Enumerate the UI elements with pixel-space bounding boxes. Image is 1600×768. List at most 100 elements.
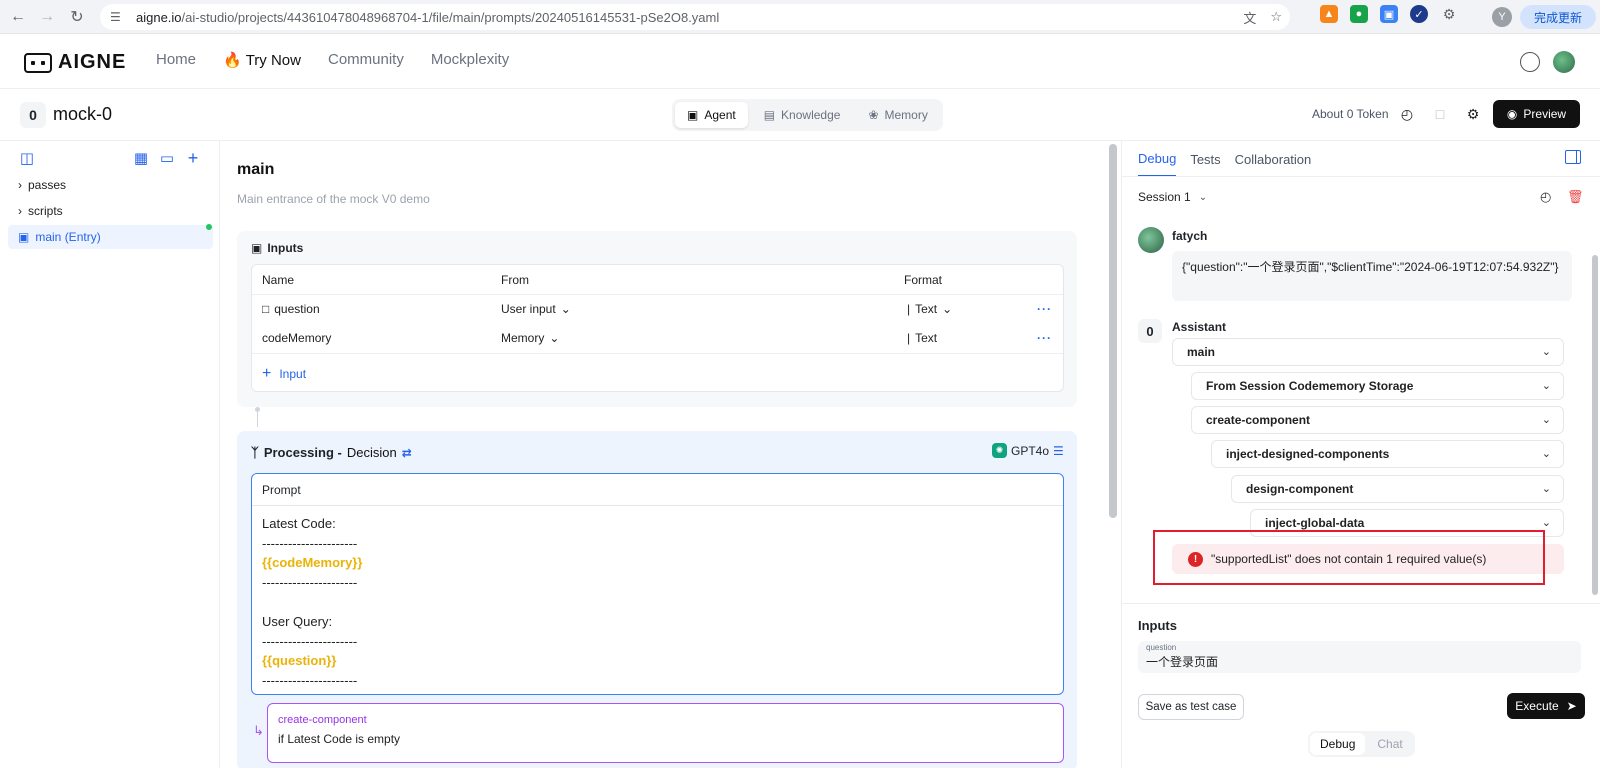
branch-icon: ᛉ <box>251 445 259 460</box>
chevron-down-icon: ⌄ <box>1541 346 1551 358</box>
tab-knowledge[interactable]: ▤ Knowledge <box>752 102 853 128</box>
extension-icon[interactable]: ● <box>1350 5 1368 23</box>
agent-mode-tabs: ▣ Agent ▤ Knowledge ❀ Memory <box>672 99 943 131</box>
nav-try-now-label: Try Now <box>245 51 301 69</box>
input-name-cell[interactable]: □ question <box>262 302 320 316</box>
add-input-label: Input <box>279 366 307 381</box>
add-input-button[interactable]: + Input <box>252 353 1063 393</box>
memory-icon: ❀ <box>868 108 879 122</box>
add-file-icon[interactable]: + <box>184 148 202 168</box>
model-selector[interactable]: ✺ GPT4o ☰ <box>992 443 1064 458</box>
decision-branch[interactable]: create-component if Latest Code is empty <box>267 703 1064 763</box>
toggle-sidebar-icon[interactable]: ◫ <box>18 149 36 167</box>
prompt-variable: {{question}} <box>262 653 337 669</box>
mode-chat[interactable]: Chat <box>1367 733 1412 755</box>
agent-description[interactable]: Main entrance of the mock V0 demo <box>237 192 430 206</box>
prompt-variable: {{codeMemory}} <box>262 555 363 571</box>
panel-divider <box>1122 603 1600 604</box>
col-from: From <box>501 273 529 287</box>
branch-arrow-icon: ↳ <box>253 723 264 738</box>
screenshot-extension-icon[interactable]: ▣ <box>1380 5 1398 23</box>
tab-tests[interactable]: Tests <box>1190 141 1220 177</box>
split-panel-icon[interactable] <box>1565 150 1581 164</box>
question-field-value: 一个登录页面 <box>1146 655 1219 669</box>
history-icon[interactable]: ◴ <box>1396 103 1418 125</box>
bookmark-star-icon[interactable]: ☆ <box>1270 9 1282 25</box>
debug-inputs-title: Inputs <box>1138 618 1177 633</box>
file-tree-sidebar: ◫ ▦ ▭ + › passes › scripts ▣ main (Entry) <box>0 141 220 768</box>
tree-folder-scripts[interactable]: › scripts <box>8 199 213 223</box>
editor-scrollbar[interactable] <box>1109 144 1117 518</box>
translate-icon[interactable]: 文 <box>1243 8 1256 27</box>
import-icon[interactable]: ▦ <box>132 149 150 167</box>
nav-mockplexity[interactable]: Mockplexity <box>431 51 509 69</box>
language-globe-icon[interactable] <box>1520 52 1540 72</box>
row-more-icon[interactable]: ··· <box>1037 331 1052 345</box>
execute-button[interactable]: Execute ➤ <box>1507 693 1585 719</box>
browser-update-button[interactable]: 完成更新 <box>1520 5 1596 29</box>
prompt-line: ---------------------- <box>262 535 358 551</box>
step-accordion[interactable]: design-component ⌄ <box>1231 475 1564 503</box>
reload-icon[interactable]: ↻ <box>63 3 91 31</box>
inputs-section: ▣ Inputs Name From Format □ question User … <box>237 231 1077 407</box>
user-message: {"question":"一个登录页面","$clientTime":"2024… <box>1172 251 1572 301</box>
chevron-right-icon: › <box>18 204 22 218</box>
save-test-case-button[interactable]: Save as test case <box>1138 694 1244 720</box>
forward-icon[interactable]: → <box>33 3 61 31</box>
input-from-value: User input <box>501 302 556 316</box>
puzzle-extensions-icon[interactable]: ⚙ <box>1440 5 1458 23</box>
address-bar[interactable]: ☰ aigne.io/ai-studio/projects/4436104780… <box>100 4 1290 30</box>
nav-try-now[interactable]: 🔥 Try Now <box>223 51 301 70</box>
branch-target: create-component <box>278 714 367 726</box>
preview-button[interactable]: ◉ Preview <box>1493 100 1580 128</box>
tab-collaboration[interactable]: Collaboration <box>1235 141 1312 177</box>
input-from-select[interactable]: User input ⌄ <box>501 302 571 316</box>
tree-file-label: main (Entry) <box>35 230 101 244</box>
question-field-label: question <box>1146 643 1177 652</box>
switch-type-icon[interactable]: ⇄ <box>402 446 412 460</box>
browser-profile-avatar[interactable]: Y <box>1492 7 1512 27</box>
settings-gear-icon[interactable]: ⚙ <box>1462 103 1484 125</box>
tab-debug[interactable]: Debug <box>1138 141 1177 177</box>
site-settings-icon[interactable]: ☰ <box>110 10 124 24</box>
user-avatar[interactable] <box>1553 51 1575 73</box>
check-extension-icon[interactable]: ✓ <box>1410 5 1428 23</box>
nav-community[interactable]: Community <box>328 51 404 69</box>
prompt-editor[interactable]: Prompt Latest Code: --------------------… <box>251 473 1064 695</box>
model-settings-icon[interactable]: ☰ <box>1053 444 1064 458</box>
aigne-logo[interactable]: AIGNE <box>24 51 126 74</box>
mode-debug[interactable]: Debug <box>1310 733 1366 755</box>
tab-memory[interactable]: ❀ Memory <box>856 102 939 128</box>
step-accordion[interactable]: main ⌄ <box>1172 338 1564 366</box>
agent-title[interactable]: main <box>237 161 274 179</box>
tree-folder-passes[interactable]: › passes <box>8 173 213 197</box>
input-name-cell[interactable]: codeMemory <box>262 331 331 345</box>
step-accordion[interactable]: create-component ⌄ <box>1191 406 1564 434</box>
session-selector[interactable]: Session 1 ⌄ <box>1138 190 1207 204</box>
metamask-extension-icon[interactable]: ▲ <box>1320 5 1338 23</box>
new-folder-icon[interactable]: ▭ <box>158 149 176 167</box>
question-input[interactable]: question 一个登录页面 <box>1138 641 1581 673</box>
save-icon[interactable]: □ <box>1429 103 1451 125</box>
chat-scrollbar[interactable] <box>1592 255 1598 595</box>
prompt-label: Prompt <box>252 474 1063 506</box>
input-format-select[interactable]: | Text <box>907 331 937 345</box>
input-from-select[interactable]: Memory ⌄ <box>501 331 559 345</box>
table-row: codeMemory Memory ⌄ | Text ··· <box>252 323 1063 353</box>
nav-home[interactable]: Home <box>156 51 196 69</box>
delete-session-icon[interactable]: 🗑 <box>1567 189 1584 205</box>
row-more-icon[interactable]: ··· <box>1037 302 1052 316</box>
chevron-down-icon: ⌄ <box>1541 517 1551 529</box>
tabs-divider <box>1122 176 1600 177</box>
input-format-select[interactable]: | Text ⌄ <box>907 302 952 316</box>
step-accordion[interactable]: From Session Codememory Storage ⌄ <box>1191 372 1564 400</box>
tab-agent[interactable]: ▣ Agent <box>675 102 748 128</box>
prompt-text[interactable]: Latest Code: ---------------------- {{co… <box>252 506 1063 698</box>
session-history-icon[interactable]: ◴ <box>1540 189 1551 205</box>
tree-file-main[interactable]: ▣ main (Entry) <box>8 225 213 249</box>
text-cursor-icon: | <box>907 331 911 345</box>
debug-panel: Debug Tests Collaboration Session 1 ⌄ ◴ … <box>1121 141 1600 768</box>
back-icon[interactable]: ← <box>4 3 32 31</box>
step-accordion[interactable]: inject-designed-components ⌄ <box>1211 440 1564 468</box>
chevron-down-icon: ⌄ <box>1198 191 1208 203</box>
